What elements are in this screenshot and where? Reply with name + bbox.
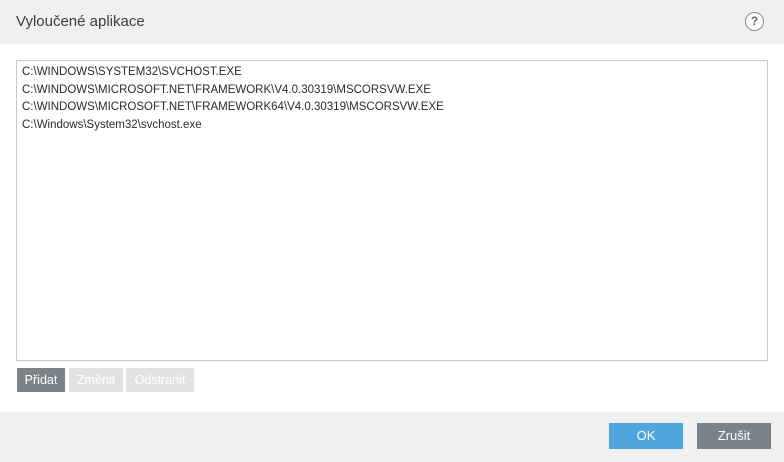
dialog-title-bar: Vyloučené aplikace ? [0,0,784,44]
edit-button[interactable]: Změnit [69,368,123,392]
list-item[interactable]: C:\WINDOWS\MICROSOFT.NET\FRAMEWORK64\V4.… [22,99,767,117]
excluded-applications-list[interactable]: C:\WINDOWS\SYSTEM32\SVCHOST.EXE C:\WINDO… [16,60,768,361]
add-button[interactable]: Přidat [17,368,65,392]
ok-button[interactable]: OK [609,423,683,449]
list-item[interactable]: C:\WINDOWS\SYSTEM32\SVCHOST.EXE [22,64,767,82]
list-item[interactable]: C:\Windows\System32\svchost.exe [22,117,767,135]
help-question-mark-icon[interactable]: ? [745,12,764,31]
dialog-title: Vyloučené aplikace [16,13,145,30]
cancel-button[interactable]: Zrušit [697,423,771,449]
dialog-footer: OK Zrušit [0,412,784,462]
remove-button[interactable]: Odstranit [126,368,194,392]
list-item[interactable]: C:\WINDOWS\MICROSOFT.NET\FRAMEWORK\V4.0.… [22,82,767,100]
